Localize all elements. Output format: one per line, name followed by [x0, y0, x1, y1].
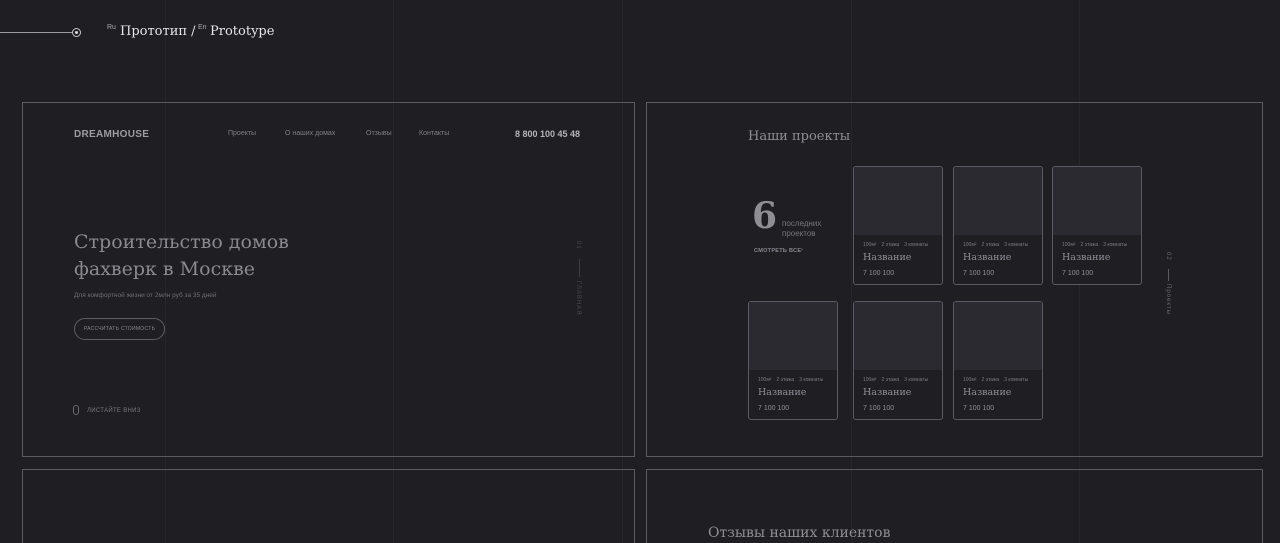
- project-floors: 2 этажа: [981, 242, 1000, 248]
- hero-title: Строительство домов фахверк в Москве: [74, 229, 289, 283]
- en-tag: En: [198, 24, 207, 31]
- calculate-cost-button[interactable]: РАССЧИТАТЬ СТОИМОСТЬ: [74, 318, 165, 340]
- project-price: 7 100 100: [963, 405, 995, 412]
- project-price: 7 100 100: [1062, 270, 1094, 277]
- projects-count-label: последних проектов: [782, 219, 821, 239]
- project-area: 100м²: [863, 242, 877, 248]
- section-label: Проекты: [1165, 284, 1171, 316]
- project-name: Название: [963, 387, 1012, 398]
- project-floors: 2 этажа: [881, 377, 900, 383]
- project-image: [954, 302, 1042, 370]
- brand-logo[interactable]: DREAMHOUSE: [74, 129, 149, 140]
- project-rooms: 3 комнаты: [799, 377, 824, 383]
- hero-subtitle: Для комфортной жизни от 2млн руб за 35 д…: [74, 292, 217, 299]
- nav-item-projects[interactable]: Проекты: [228, 130, 256, 137]
- header-line: [0, 32, 72, 33]
- project-area: 100м²: [963, 242, 977, 248]
- project-price: 7 100 100: [758, 405, 790, 412]
- reviews-frame: Отзывы наших клиентов: [646, 469, 1263, 543]
- section-label: ГЛАВНАЯ: [575, 281, 581, 316]
- project-image: [854, 167, 942, 235]
- project-card[interactable]: 100м² 2 этажа 3 комнаты Название 7 100 100: [1052, 166, 1142, 285]
- project-specs: 100м² 2 этажа 3 комнаты: [963, 377, 1033, 383]
- project-floors: 2 этажа: [776, 377, 795, 383]
- project-card[interactable]: 100м² 2 этажа 3 комнаты Название 7 100 100: [853, 166, 943, 285]
- see-all-link[interactable]: СМОТРЕТЬ ВСЕ: [754, 248, 801, 254]
- project-rooms: 3 комнаты: [904, 242, 929, 248]
- project-specs: 100м² 2 этажа 3 комнаты: [863, 377, 933, 383]
- project-rooms: 3 комнаты: [1103, 242, 1128, 248]
- en-prototype-link[interactable]: Prototype: [210, 24, 274, 39]
- project-image: [1053, 167, 1141, 235]
- project-card[interactable]: 100м² 2 этажа 3 комнаты Название 7 100 100: [953, 301, 1043, 420]
- projects-count: 6: [752, 195, 778, 237]
- side-divider: [579, 259, 580, 277]
- nav-item-contacts[interactable]: Контакты: [419, 130, 449, 137]
- project-specs: 100м² 2 этажа 3 комнаты: [1062, 242, 1132, 248]
- projects-frame: Наши проекты 6 последних проектов СМОТРЕ…: [646, 102, 1263, 457]
- project-floors: 2 этажа: [881, 242, 900, 248]
- nav-item-reviews[interactable]: Отзывы: [366, 130, 392, 137]
- projects-title: Наши проекты: [748, 129, 851, 144]
- project-name: Название: [863, 387, 912, 398]
- reviews-title: Отзывы наших клиентов: [708, 525, 891, 541]
- phone-number[interactable]: 8 800 100 45 48: [515, 129, 580, 139]
- chevron-right-icon: ›: [801, 247, 804, 253]
- hero-title-line-2: фахверк в Москве: [74, 258, 256, 280]
- project-rooms: 3 комнаты: [1004, 242, 1029, 248]
- nav-item-about[interactable]: О наших домах: [285, 130, 335, 137]
- project-area: 100м²: [963, 377, 977, 383]
- scroll-down-label[interactable]: ЛИСТАЙТЕ ВНИЗ: [87, 408, 141, 414]
- empty-frame: [22, 469, 635, 543]
- header-dot-icon: [72, 28, 81, 37]
- side-divider: [1168, 269, 1169, 281]
- project-area: 100м²: [758, 377, 772, 383]
- project-price: 7 100 100: [863, 405, 895, 412]
- project-price: 7 100 100: [863, 270, 895, 277]
- projects-count-label-1: последних: [782, 219, 822, 228]
- hero-title-line-1: Строительство домов: [74, 231, 289, 253]
- projects-count-label-2: проектов: [782, 229, 816, 238]
- project-name: Название: [963, 252, 1012, 263]
- ru-prototype-link[interactable]: Прототип /: [120, 24, 196, 39]
- project-price: 7 100 100: [963, 270, 995, 277]
- mouse-icon: [73, 405, 79, 415]
- project-name: Название: [1062, 252, 1111, 263]
- hero-frame: DREAMHOUSE Проекты О наших домах Отзывы …: [22, 102, 635, 457]
- project-specs: 100м² 2 этажа 3 комнаты: [963, 242, 1033, 248]
- project-name: Название: [863, 252, 912, 263]
- project-area: 100м²: [863, 377, 877, 383]
- project-image: [954, 167, 1042, 235]
- project-card[interactable]: 100м² 2 этажа 3 комнаты Название 7 100 100: [953, 166, 1043, 285]
- project-area: 100м²: [1062, 242, 1076, 248]
- project-rooms: 3 комнаты: [904, 377, 929, 383]
- project-image: [854, 302, 942, 370]
- project-image: [749, 302, 837, 370]
- project-name: Название: [758, 387, 807, 398]
- ru-tag: Ru: [107, 24, 116, 31]
- project-floors: 2 этажа: [1080, 242, 1099, 248]
- section-number: 01: [575, 241, 581, 250]
- project-specs: 100м² 2 этажа 3 комнаты: [863, 242, 933, 248]
- project-card[interactable]: 100м² 2 этажа 3 комнаты Название 7 100 100: [853, 301, 943, 420]
- project-floors: 2 этажа: [981, 377, 1000, 383]
- project-card[interactable]: 100м² 2 этажа 3 комнаты Название 7 100 100: [748, 301, 838, 420]
- section-number: 02: [1165, 252, 1171, 261]
- project-rooms: 3 комнаты: [1004, 377, 1029, 383]
- project-specs: 100м² 2 этажа 3 комнаты: [758, 377, 828, 383]
